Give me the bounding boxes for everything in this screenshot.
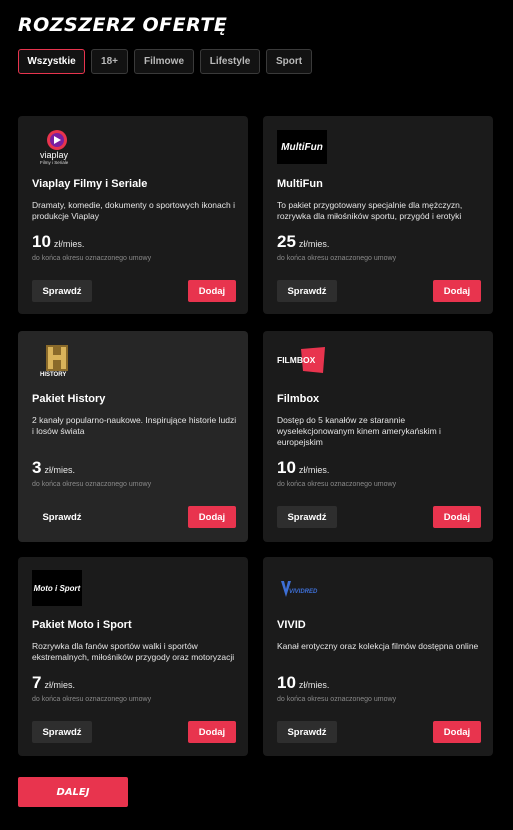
check-button[interactable]: Sprawdź [32,280,92,302]
check-button[interactable]: Sprawdź [277,721,337,743]
offer-card-price-note: do końca okresu oznaczonego umowy [32,255,152,262]
add-button[interactable]: Dodaj [188,506,236,528]
offer-card-price: 7 zł/mies. [32,673,75,692]
offer-card-multifun: MultiFun MultiFun To pakiet przygotowany… [263,116,493,314]
offer-card-vivid: VIVIDRED VIVID Kanał erotyczny oraz kole… [263,557,493,756]
offer-card-price: 10 zł/mies. [277,458,330,477]
offer-card-title: Viaplay Filmy i Seriale [32,178,148,190]
offer-card-title: VIVID [277,619,306,631]
filter-chips: Wszystkie 18+ Filmowe Lifestyle Sport [18,49,312,74]
page-title: ROZSZERZ OFERTĘ [18,14,228,36]
offer-card-price: 3 zł/mies. [32,458,75,477]
add-button[interactable]: Dodaj [433,506,481,528]
offer-card-description: 2 kanały popularno-naukowe. Inspirujące … [32,415,237,436]
check-button[interactable]: Sprawdź [277,506,337,528]
offer-card-price: 25 zł/mies. [277,232,330,251]
offer-card-price-note: do końca okresu oznaczonego umowy [32,481,152,488]
add-button[interactable]: Dodaj [188,280,236,302]
filter-chip-sport[interactable]: Sport [266,49,312,74]
filter-chip-18plus[interactable]: 18+ [91,49,128,74]
offer-card-title: MultiFun [277,178,323,190]
history-logo: HISTORY [32,343,82,381]
offer-card-price-note: do końca okresu oznaczonego umowy [32,696,152,703]
offer-card-price: 10 zł/mies. [32,232,85,251]
offer-card-viaplay: viaplay Filmy i Seriale Viaplay Filmy i … [18,116,248,314]
offer-card-description: Kanał erotyczny oraz kolekcja filmów dos… [277,641,479,651]
offer-card-price-note: do końca okresu oznaczonego umowy [277,255,397,262]
filter-chip-wszystkie[interactable]: Wszystkie [18,49,85,74]
viaplay-logo: viaplay Filmy i Seriale [32,128,82,166]
vividred-logo: VIVIDRED [277,569,327,607]
add-button[interactable]: Dodaj [433,721,481,743]
offer-card-title: Pakiet History [32,393,106,405]
offer-card-price: 10 zł/mies. [277,673,330,692]
add-button[interactable]: Dodaj [433,280,481,302]
moto-i-sport-logo: Moto i Sport [32,569,82,607]
add-button[interactable]: Dodaj [188,721,236,743]
filter-chip-lifestyle[interactable]: Lifestyle [200,49,260,74]
offer-card-filmbox: FILMBOX Filmbox Dostęp do 5 kanałów ze s… [263,331,493,542]
offer-card-title: Filmbox [277,393,320,405]
next-button[interactable]: DALEJ [18,777,128,807]
offer-card-description: Dramaty, komedie, dokumenty o sportowych… [32,200,235,221]
check-button[interactable]: Sprawdź [277,280,337,302]
offer-card-price-note: do końca okresu oznaczonego umowy [277,481,397,488]
multifun-logo: MultiFun [277,128,327,166]
offer-card-description: Rozrywka dla fanów sportów walki i sport… [32,641,235,662]
offer-card-price-note: do końca okresu oznaczonego umowy [277,696,397,703]
offer-card-title: Pakiet Moto i Sport [32,619,132,631]
offer-card-moto-i-sport: Moto i Sport Pakiet Moto i Sport Rozrywk… [18,557,248,756]
offer-card-description: To pakiet przygotowany specjalnie dla mę… [277,200,463,221]
offer-card-description: Dostęp do 5 kanałów ze starannie wyselek… [277,415,441,447]
check-button[interactable]: Sprawdź [32,721,92,743]
filter-chip-filmowe[interactable]: Filmowe [134,49,194,74]
offer-card-history: HISTORY Pakiet History 2 kanały popularn… [18,331,248,542]
check-button[interactable]: Sprawdź [32,506,92,528]
filmbox-logo: FILMBOX [277,343,327,381]
